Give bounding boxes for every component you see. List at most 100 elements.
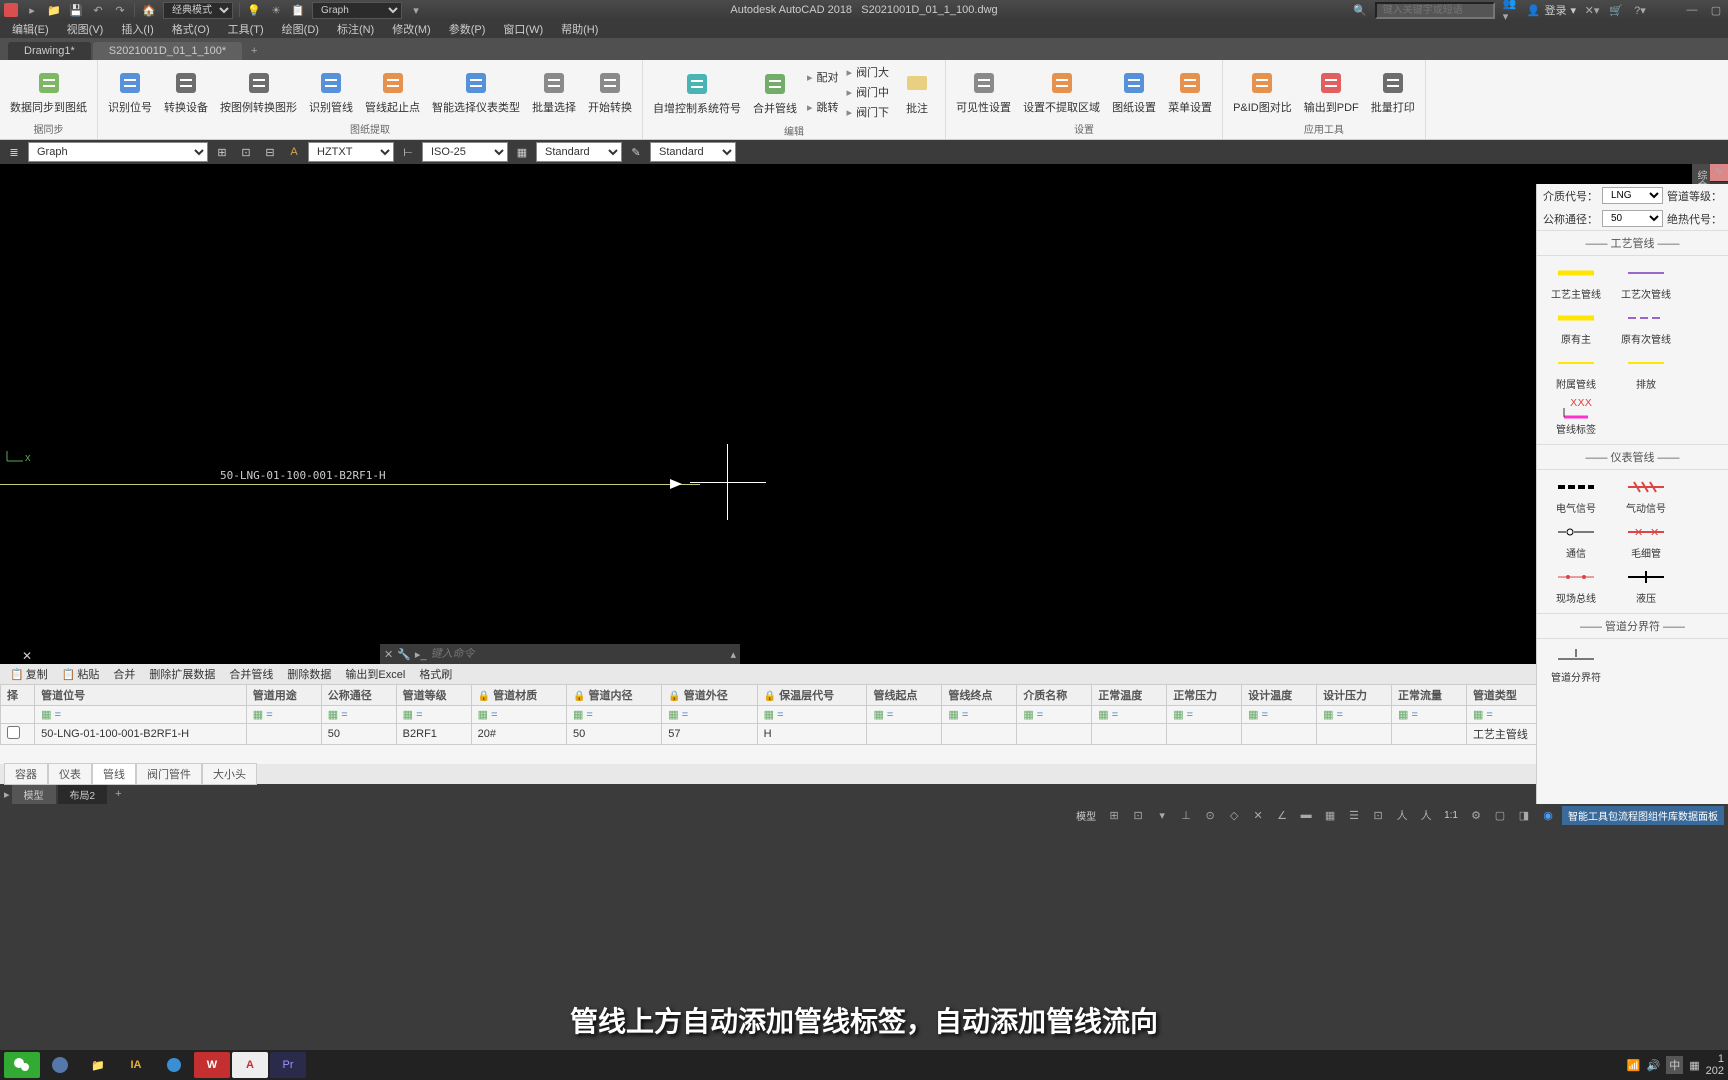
tray-icon-3[interactable]: ▦ [1689, 1059, 1699, 1072]
status-tran-icon[interactable]: ▦ [1320, 806, 1340, 824]
table-cell[interactable] [942, 724, 1017, 745]
table-filter-cell[interactable]: ▦ = [942, 706, 1017, 724]
status-qp-icon[interactable]: ☰ [1344, 806, 1364, 824]
table-cell[interactable] [246, 724, 321, 745]
ribbon-button[interactable]: 自增控制系统符号 [647, 66, 747, 118]
ribbon-button[interactable]: 输出到PDF [1298, 65, 1365, 117]
status-iso-icon[interactable]: ◨ [1514, 806, 1534, 824]
qat-new-icon[interactable]: ▸ [24, 2, 40, 18]
component-item[interactable]: 工艺主管线 [1541, 260, 1611, 305]
table-header[interactable]: 🔒 管道材质 [471, 685, 566, 706]
qat-save-icon[interactable]: 💾 [68, 2, 84, 18]
status-model[interactable]: 模型 [1072, 808, 1100, 823]
table-header[interactable]: 🔒 管道外径 [662, 685, 757, 706]
task-pr-icon[interactable]: Pr [270, 1052, 306, 1078]
table-cell[interactable]: H [757, 724, 867, 745]
row-checkbox[interactable] [7, 726, 20, 739]
tray-icon-1[interactable]: 📶 [1627, 1059, 1641, 1072]
table-header[interactable]: 正常压力 [1167, 685, 1242, 706]
table-cell[interactable] [1317, 724, 1392, 745]
table-cell[interactable] [1392, 724, 1467, 745]
component-item[interactable]: 通信 [1541, 519, 1611, 564]
status-scale[interactable]: 1:1 [1440, 810, 1462, 821]
menu-item[interactable]: 窗口(W) [495, 20, 551, 38]
table-filter-cell[interactable] [1, 706, 35, 724]
status-otrack-icon[interactable]: ∠ [1272, 806, 1292, 824]
table-cell[interactable]: B2RF1 [396, 724, 471, 745]
ribbon-button[interactable]: P&ID图对比 [1227, 65, 1298, 117]
drawing-canvas[interactable]: 50-LNG-01-100-001-B2RF1-H ✕ x 北 西 上 东 南 … [0, 164, 1728, 664]
tab-add-button[interactable]: + [244, 42, 264, 60]
data-toolbar-button[interactable]: 合并 [107, 665, 141, 683]
ribbon-button[interactable]: 数据同步到图纸 [4, 65, 93, 117]
table-filter-cell[interactable]: ▦ = [566, 706, 661, 724]
table-cell[interactable] [1, 724, 35, 745]
table-filter-cell[interactable]: ▦ = [396, 706, 471, 724]
nav-pencil-icon[interactable]: ✎ [1710, 164, 1728, 182]
table-cell[interactable]: 50-LNG-01-100-001-B2RF1-H [35, 724, 247, 745]
tray-ime-icon[interactable]: 中 [1666, 1056, 1683, 1074]
data-table[interactable]: 择管道位号管道用途公称通径管道等级🔒 管道材质🔒 管道内径🔒 管道外径🔒 保温层… [0, 684, 1728, 764]
data-toolbar-button[interactable]: 输出到Excel [339, 665, 411, 683]
cart-icon[interactable]: 🛒 [1608, 2, 1624, 18]
component-item[interactable]: 附属管线 [1541, 350, 1611, 395]
app-icon[interactable] [4, 3, 18, 17]
command-input[interactable] [431, 648, 727, 660]
table-header[interactable]: 正常流量 [1392, 685, 1467, 706]
table-header[interactable]: 择 [1, 685, 35, 706]
data-toolbar-button[interactable]: 📋复制 [4, 665, 54, 683]
table-cell[interactable] [1167, 724, 1242, 745]
table-filter-cell[interactable]: ▦ = [1092, 706, 1167, 724]
table-filter-cell[interactable]: ▦ = [662, 706, 757, 724]
workspace-select[interactable]: 经典模式 [163, 2, 233, 19]
ribbon-button[interactable]: 合并管线 [747, 66, 803, 118]
table-header[interactable]: 管道用途 [246, 685, 321, 706]
task-explorer-icon[interactable]: 📁 [80, 1052, 116, 1078]
status-max-icon[interactable]: ▢ [1490, 806, 1510, 824]
status-3dosnap-icon[interactable]: ✕ [1248, 806, 1268, 824]
table-header[interactable]: 公称通径 [321, 685, 396, 706]
layer-prev-icon[interactable]: ⊟ [260, 142, 280, 162]
tablestyle-select[interactable]: Standard [536, 142, 622, 162]
ucs-icon[interactable]: x [5, 449, 35, 463]
table-cell[interactable]: 57 [662, 724, 757, 745]
ribbon-button[interactable]: 批注 [893, 66, 941, 118]
status-dd-icon[interactable]: ▾ [1152, 806, 1172, 824]
layer-icon[interactable]: ≣ [4, 142, 24, 162]
status-sc-icon[interactable]: ⊡ [1368, 806, 1388, 824]
ribbon-small-button[interactable]: ▸ 阀门大 [843, 63, 894, 81]
ribbon-button[interactable]: 智能选择仪表类型 [426, 65, 526, 117]
dimstyle-select[interactable]: ISO-25 [422, 142, 508, 162]
status-ann2-icon[interactable]: 人 [1416, 806, 1436, 824]
table-cell[interactable]: 50 [321, 724, 396, 745]
ribbon-button[interactable]: 设置不提取区域 [1017, 65, 1106, 117]
layer-match-icon[interactable]: ⊡ [236, 142, 256, 162]
table-filter-cell[interactable]: ▦ = [246, 706, 321, 724]
table-header[interactable]: 🔒 管道内径 [566, 685, 661, 706]
data-toolbar-button[interactable]: 删除扩展数据 [143, 665, 221, 683]
qat-undo-icon[interactable]: ↶ [90, 2, 106, 18]
ribbon-button[interactable]: 可见性设置 [950, 65, 1017, 117]
table-header[interactable]: 管线起点 [867, 685, 942, 706]
data-panel-tab[interactable]: 容器 [4, 763, 48, 785]
task-ia-icon[interactable]: IA [118, 1052, 154, 1078]
table-cell[interactable]: 20# [471, 724, 566, 745]
status-ortho-icon[interactable]: ⊥ [1176, 806, 1196, 824]
graph-select[interactable]: Graph [312, 2, 402, 19]
ribbon-small-button[interactable]: ▸ 跳转 [803, 98, 843, 116]
table-cell[interactable]: 50 [566, 724, 661, 745]
search-input[interactable] [1375, 2, 1495, 19]
qat-sheet-icon[interactable]: 📋 [290, 2, 306, 18]
cmd-wrench-icon[interactable]: 🔧 [397, 648, 411, 661]
menu-item[interactable]: 格式(O) [164, 20, 218, 38]
status-load-icon[interactable]: ◉ [1538, 806, 1558, 824]
menu-item[interactable]: 工具(T) [220, 20, 272, 38]
file-tab[interactable]: Drawing1* [8, 42, 91, 60]
component-item[interactable]: 液压 [1611, 564, 1681, 609]
menu-item[interactable]: 插入(I) [113, 20, 161, 38]
ribbon-small-button[interactable]: ▸ 阀门下 [843, 103, 894, 121]
commandline[interactable]: ✕ 🔧 ▸_ ▴ [380, 644, 740, 664]
table-header[interactable]: 介质名称 [1017, 685, 1092, 706]
table-filter-cell[interactable]: ▦ = [1392, 706, 1467, 724]
qat-sun-icon[interactable]: ☀ [268, 2, 284, 18]
